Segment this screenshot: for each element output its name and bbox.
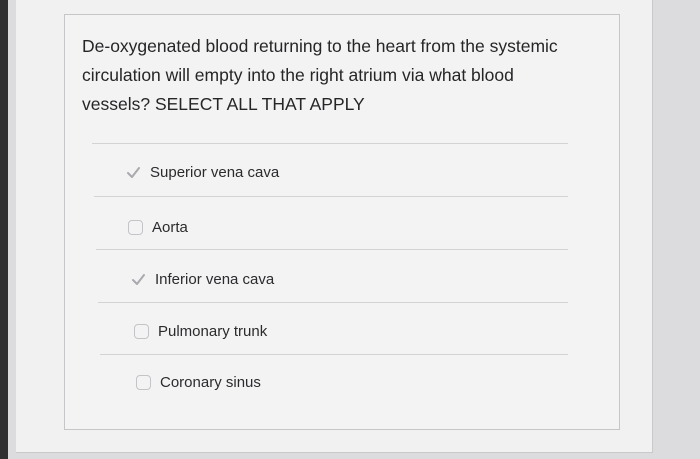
option-superior-vena-cava[interactable]: Superior vena cava <box>126 160 279 184</box>
empty-checkbox-icon[interactable] <box>136 374 151 390</box>
option-label: Aorta <box>152 218 188 236</box>
divider <box>92 143 568 144</box>
checkmark-icon[interactable] <box>131 272 146 287</box>
option-aorta[interactable]: Aorta <box>128 215 188 239</box>
option-pulmonary-trunk[interactable]: Pulmonary trunk <box>134 319 267 343</box>
question-text: De-oxygenated blood returning to the hea… <box>82 36 558 114</box>
option-inferior-vena-cava[interactable]: Inferior vena cava <box>131 267 274 291</box>
option-label: Pulmonary trunk <box>158 322 268 340</box>
divider <box>96 249 568 250</box>
window-edge <box>0 0 8 459</box>
empty-checkbox-icon[interactable] <box>134 323 149 339</box>
checkmark-icon[interactable] <box>126 165 141 180</box>
divider <box>100 354 568 355</box>
divider <box>98 302 568 303</box>
option-label: Inferior vena cava <box>155 270 275 288</box>
option-label: Coronary sinus <box>160 373 261 391</box>
empty-checkbox-icon[interactable] <box>128 219 143 235</box>
option-coronary-sinus[interactable]: Coronary sinus <box>136 370 261 394</box>
option-label: Superior vena cava <box>150 163 280 181</box>
divider <box>94 196 568 197</box>
